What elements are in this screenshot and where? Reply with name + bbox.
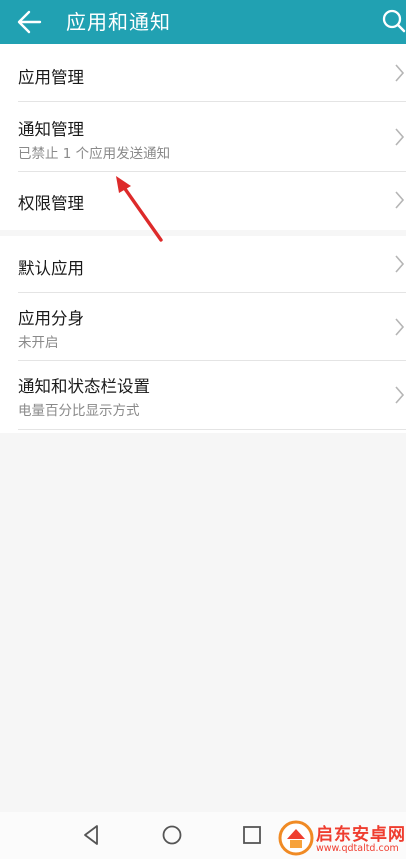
item-subtitle: 已禁止 1 个应用发送通知 (18, 146, 171, 162)
app-bar: 应用和通知 (0, 0, 406, 44)
chevron-right-icon (395, 191, 405, 209)
arrow-left-icon (17, 10, 42, 34)
watermark-url: www.qdtaltd.com (316, 843, 399, 854)
square-recents-icon (243, 826, 261, 844)
circle-home-icon (162, 825, 182, 845)
list-item-app-twin[interactable]: 应用分身 未开启 (0, 293, 406, 360)
chevron-right-icon (395, 386, 405, 404)
settings-group-1: 应用管理 通知管理 已禁止 1 个应用发送通知 权限管理 (0, 44, 406, 230)
watermark-name: 启东安卓网 (316, 825, 406, 845)
list-item-app-management[interactable]: 应用管理 (0, 44, 406, 101)
item-title: 默认应用 (18, 259, 84, 278)
item-title: 应用分身 (18, 309, 84, 328)
chevron-right-icon (395, 255, 405, 273)
item-title: 权限管理 (18, 194, 84, 213)
search-button[interactable] (378, 6, 406, 38)
nav-back-button[interactable] (75, 822, 107, 848)
divider (18, 429, 406, 430)
settings-group-2: 默认应用 应用分身 未开启 通知和状态栏设置 电量百分比显示方式 (0, 236, 406, 433)
annotation-arrow (116, 176, 163, 242)
item-title: 通知管理 (18, 120, 84, 139)
list-item-notification-status-bar[interactable]: 通知和状态栏设置 电量百分比显示方式 (0, 361, 406, 429)
nav-home-button[interactable] (156, 822, 188, 848)
chevron-right-icon (395, 128, 405, 146)
chevron-right-icon (395, 318, 405, 336)
watermark: 启东安卓网 www.qdtaltd.com (278, 818, 406, 859)
item-title: 应用管理 (18, 68, 84, 87)
list-item-default-apps[interactable]: 默认应用 (0, 236, 406, 292)
triangle-back-icon (84, 825, 98, 845)
list-item-notification-management[interactable]: 通知管理 已禁止 1 个应用发送通知 (0, 102, 406, 171)
list-item-permission-management[interactable]: 权限管理 (0, 172, 406, 230)
item-title: 通知和状态栏设置 (18, 377, 150, 396)
page-title: 应用和通知 (66, 10, 171, 34)
search-icon (382, 9, 406, 33)
watermark-logo-icon (278, 820, 314, 856)
chevron-right-icon (395, 64, 405, 82)
back-button[interactable] (12, 6, 48, 38)
nav-recents-button[interactable] (236, 822, 268, 848)
item-subtitle: 电量百分比显示方式 (18, 403, 140, 419)
item-subtitle: 未开启 (18, 335, 59, 351)
